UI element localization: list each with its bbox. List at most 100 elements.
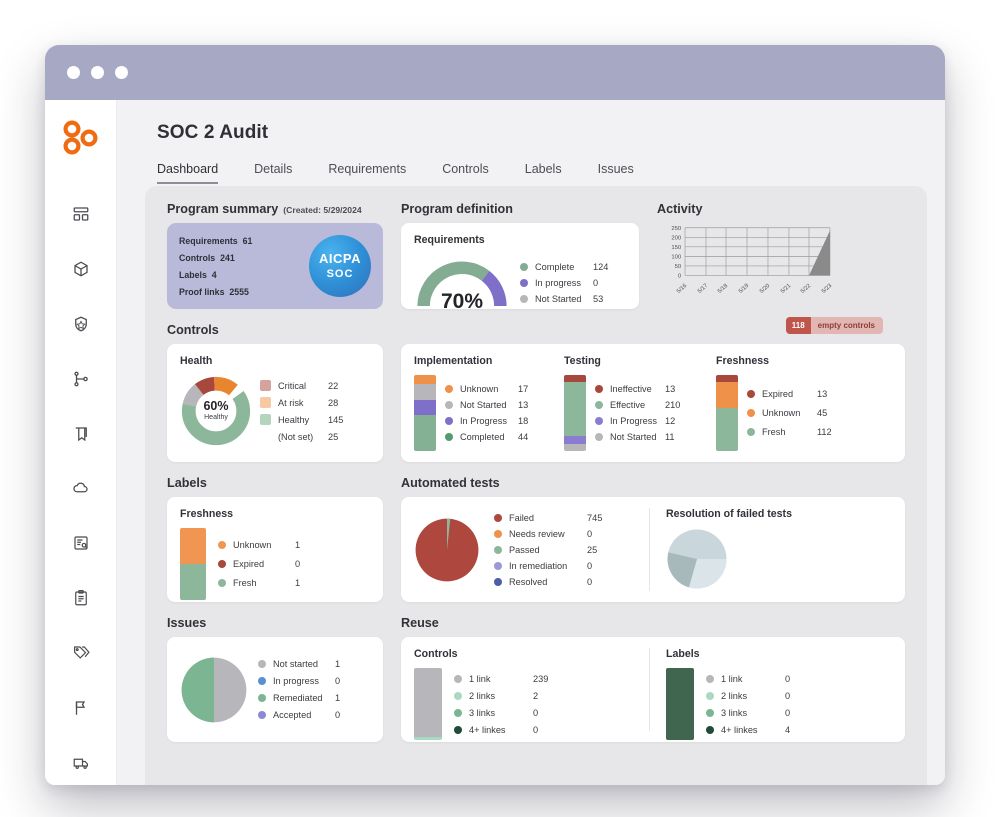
bar-seg-expired bbox=[716, 375, 738, 382]
sidebar-item-tasks[interactable] bbox=[64, 582, 98, 615]
legend-label: In progress bbox=[535, 278, 581, 288]
implementation-legend: Unknown 17 Not Started 13 In Progress 18… bbox=[445, 375, 528, 451]
legend-label: Complete bbox=[535, 262, 575, 272]
legend-swatch-1-link bbox=[706, 674, 714, 683]
legend-label: In remediation bbox=[509, 560, 568, 571]
legend-item: Resolved 0 bbox=[494, 577, 602, 587]
reuse-controls-block: Controls 1 link 239 2 links 2 3 links 0 … bbox=[414, 648, 649, 740]
empty-controls-badge[interactable]: 118 empty controls bbox=[785, 317, 883, 334]
legend-item: Passed 25 bbox=[494, 545, 602, 555]
legend-label: Unknown bbox=[233, 540, 272, 550]
program-summary-heading: Program summary (Created: 5/29/2024 bbox=[167, 202, 362, 216]
legend-item: 2 links 0 bbox=[706, 691, 790, 701]
bar-seg-unknown bbox=[180, 528, 206, 564]
main-content: SOC 2 Audit Dashboard Details Requiremen… bbox=[117, 100, 945, 785]
bar-seg-effective bbox=[564, 382, 586, 436]
sidebar bbox=[45, 100, 117, 785]
bar-seg-in-progress bbox=[564, 436, 586, 444]
sidebar-item-flags[interactable] bbox=[64, 691, 98, 724]
labels-freshness-bar bbox=[180, 528, 206, 600]
activity-heading: Activity bbox=[657, 202, 703, 216]
legend-label: Critical bbox=[278, 380, 307, 391]
legend-swatch-passed bbox=[494, 545, 502, 554]
legend-label: Needs review bbox=[509, 528, 565, 539]
implementation-title: Implementation bbox=[414, 355, 493, 367]
sidebar-item-labels[interactable] bbox=[64, 637, 98, 670]
legend-swatch-in-progress bbox=[445, 417, 453, 425]
legend-item: Unknown 45 bbox=[747, 408, 832, 418]
legend-value: 44 bbox=[518, 432, 529, 442]
testing-block: Testing Ineffective 13 Effective 210 In … bbox=[564, 355, 716, 451]
svg-text:5/22: 5/22 bbox=[800, 283, 812, 295]
bar-seg-2-links bbox=[414, 737, 442, 740]
legend-label: Fresh bbox=[762, 427, 786, 437]
reuse-labels-legend: 1 link 0 2 links 0 3 links 0 4+ linkes 4 bbox=[706, 668, 790, 740]
legend-item: In progress 0 bbox=[258, 676, 340, 686]
app-logo[interactable] bbox=[61, 120, 101, 156]
legend-value: 28 bbox=[328, 397, 339, 408]
legend-value: 0 bbox=[533, 707, 539, 718]
sidebar-item-security[interactable] bbox=[64, 308, 98, 341]
program-created-note: (Created: 5/29/2024 bbox=[283, 205, 362, 215]
legend-value: 25 bbox=[587, 544, 598, 555]
legend-swatch-resolved bbox=[494, 577, 502, 586]
health-center-label: Healthy bbox=[204, 414, 228, 422]
legend-label: Healthy bbox=[278, 414, 310, 425]
svg-text:200: 200 bbox=[671, 235, 682, 241]
legend-label: 4+ linkes bbox=[469, 724, 506, 735]
activity-section: Activity 250 200 150 100 50 0 5/16 5/17 … bbox=[657, 202, 857, 309]
legend-value: 13 bbox=[817, 389, 828, 399]
tab-dashboard[interactable]: Dashboard bbox=[157, 162, 219, 184]
bar-seg-4-plus-links bbox=[666, 668, 694, 740]
legend-value: 0 bbox=[295, 559, 301, 569]
window-minimize-dot[interactable] bbox=[91, 66, 104, 79]
labels-freshness-title: Freshness bbox=[180, 508, 233, 520]
tab-labels[interactable]: Labels bbox=[525, 162, 562, 184]
automated-tests-card: Failed 745 Needs review 0 Passed 25 In r… bbox=[401, 497, 905, 602]
bar-seg-1-link bbox=[414, 668, 442, 737]
legend-value: 17 bbox=[518, 384, 529, 394]
automated-tests-heading: Automated tests bbox=[401, 476, 500, 490]
legend-item: 3 links 0 bbox=[454, 708, 548, 718]
freshness-stacked-bar bbox=[716, 375, 738, 451]
testing-stacked-bar bbox=[564, 375, 586, 451]
sidebar-item-dashboard[interactable] bbox=[64, 198, 98, 231]
resolution-title: Resolution of failed tests bbox=[666, 508, 792, 520]
issues-legend: Not started 1 In progress 0 Remediated 1… bbox=[258, 659, 340, 720]
reuse-controls-legend: 1 link 239 2 links 2 3 links 0 4+ linkes… bbox=[454, 668, 548, 740]
legend-swatch-complete bbox=[520, 263, 528, 271]
tab-controls[interactable]: Controls bbox=[442, 162, 489, 184]
tab-details[interactable]: Details bbox=[254, 162, 292, 184]
svg-text:5/23: 5/23 bbox=[821, 283, 833, 295]
legend-swatch-unknown bbox=[747, 409, 755, 417]
legend-value: 13 bbox=[665, 384, 676, 394]
tab-issues[interactable]: Issues bbox=[598, 162, 634, 184]
legend-item: Failed 745 bbox=[494, 513, 602, 523]
legend-swatch-in-progress bbox=[258, 677, 266, 685]
sidebar-item-evidence[interactable] bbox=[64, 527, 98, 560]
badge-count: 118 bbox=[785, 317, 811, 334]
seal-line-2: SOC bbox=[326, 268, 354, 280]
legend-label: Completed bbox=[460, 432, 505, 442]
stat-proof-links: Proof links 2555 bbox=[179, 286, 249, 297]
labels-heading: Labels bbox=[167, 476, 207, 490]
window-close-dot[interactable] bbox=[67, 66, 80, 79]
legend-label: 3 links bbox=[469, 707, 496, 718]
sidebar-item-assets[interactable] bbox=[64, 253, 98, 286]
legend-label: Effective bbox=[610, 400, 646, 410]
legend-value: 13 bbox=[518, 400, 529, 410]
health-card-title: Health bbox=[180, 355, 213, 367]
legend-swatch-in-progress bbox=[520, 279, 528, 287]
sidebar-item-hierarchy[interactable] bbox=[64, 362, 98, 395]
heart-healthy-icon bbox=[260, 414, 271, 425]
legend-swatch-unknown bbox=[218, 541, 226, 549]
sidebar-item-bookmarks[interactable] bbox=[64, 417, 98, 450]
legend-swatch-4-plus-links bbox=[454, 725, 462, 734]
sidebar-item-vendors[interactable] bbox=[64, 746, 98, 779]
window-maximize-dot[interactable] bbox=[115, 66, 128, 79]
legend-label: 2 links bbox=[469, 690, 496, 701]
bar-seg-fresh bbox=[180, 564, 206, 600]
tab-requirements[interactable]: Requirements bbox=[328, 162, 406, 184]
testing-title: Testing bbox=[564, 355, 601, 367]
sidebar-item-cloud[interactable] bbox=[64, 472, 98, 505]
